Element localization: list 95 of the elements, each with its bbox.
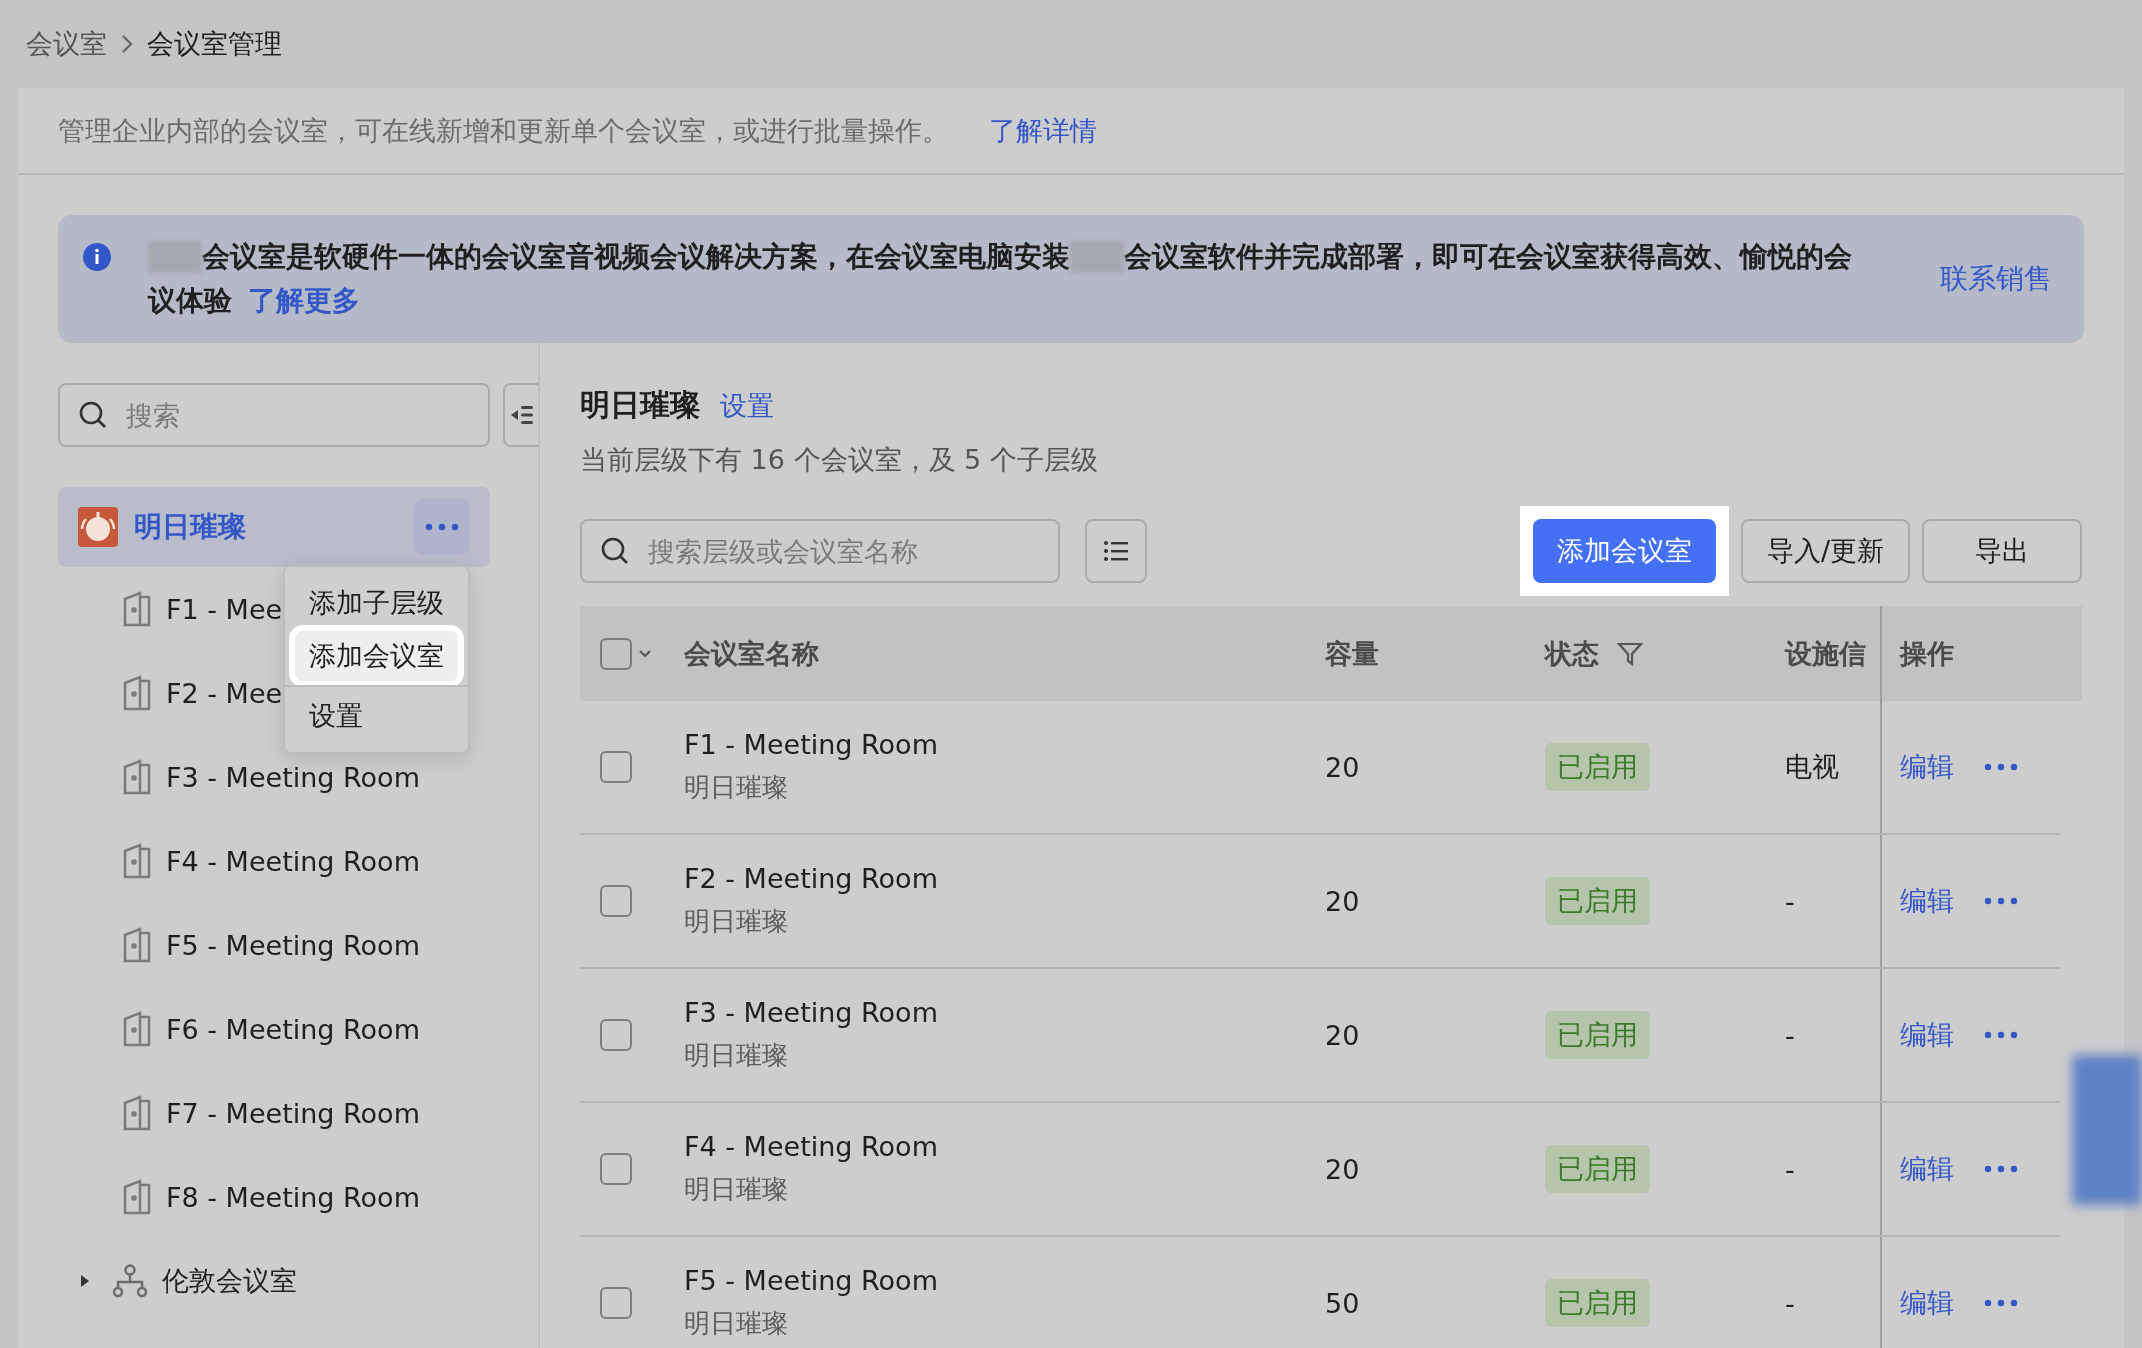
column-header: 设施信 [1785,636,1866,671]
room-name: F4 - Meeting Room [684,1131,938,1162]
status-tag: 已启用 [1545,1279,1650,1327]
room-location: 明日璀璨 [684,1039,788,1072]
more-icon [1984,897,2018,905]
more-icon [425,523,459,531]
status-tag: 已启用 [1545,743,1650,791]
more-icon [1984,1299,2018,1307]
edit-link[interactable]: 编辑 [1900,749,1954,785]
capacity-cell: 50 [1325,1287,1360,1319]
search-icon [600,536,630,566]
tree-item[interactable]: 伦敦会议室 [78,1239,297,1323]
settings-link[interactable]: 设置 [720,388,774,424]
more-icon [1984,763,2018,771]
more-icon [1984,1165,2018,1173]
door-icon [122,591,152,627]
banner-text: 会议室是软硬件一体的会议室音视频会议解决方案，在会议室电脑安装 [202,239,1070,275]
banner-text: 会议室软件并完成部署，即可在会议室获得高效、愉悦的会 [1124,239,1852,275]
edit-link[interactable]: 编辑 [1900,883,1954,919]
page-description: 管理企业内部的会议室，可在线新增和更新单个会议室，或进行批量操作。 [58,113,949,148]
level-summary: 当前层级下有 16 个会议室，及 5 个子层级 [580,443,1098,477]
edit-link[interactable]: 编辑 [1900,1017,1954,1053]
door-icon [122,759,152,795]
capacity-cell: 20 [1325,751,1360,783]
tree-item[interactable]: F4 - Meeting Room [122,819,420,903]
toolbar-button[interactable]: 导入/更新 [1740,519,1910,583]
list-icon [1103,540,1129,562]
row-checkbox[interactable] [600,1287,632,1319]
room-location: 明日璀璨 [684,1307,788,1340]
filter-icon[interactable] [1617,640,1643,667]
toolbar-button[interactable]: 添加会议室 [1532,519,1716,583]
row-checkbox[interactable] [600,1153,632,1185]
room-name: F3 - Meeting Room [684,997,938,1028]
door-icon [122,1011,152,1047]
more-icon [1984,1031,2018,1039]
tree-item[interactable]: F8 - Meeting Room [122,1155,420,1239]
door-icon [122,1095,152,1131]
column-header: 操作 [1900,636,1954,671]
menu-item[interactable]: 添加子层级 [285,578,468,628]
facility-cell: - [1785,1287,1795,1319]
room-name: F2 - Meeting Room [684,863,938,894]
capacity-cell: 20 [1325,1153,1360,1185]
facility-cell-text: 电视 [1785,750,1839,784]
row-checkbox[interactable] [600,751,632,783]
capacity-cell: 20 [1325,1019,1360,1051]
status-tag: 已启用 [1545,1145,1650,1193]
search-icon [78,400,108,430]
tree-item[interactable]: F6 - Meeting Room [122,987,420,1071]
tree-item[interactable]: F5 - Meeting Room [122,903,420,987]
column-header: 容量 [1325,636,1379,671]
tree-item[interactable]: F7 - Meeting Room [122,1071,420,1155]
level-title: 明日璀璨 [580,386,700,424]
info-icon [82,242,112,272]
door-icon [122,927,152,963]
room-location: 明日璀璨 [684,905,788,938]
facility-cell: - [1785,1153,1795,1185]
select-all-checkbox[interactable] [600,637,632,670]
capacity-cell: 20 [1325,885,1360,917]
list-view-button[interactable] [1085,519,1147,583]
breadcrumb-item[interactable]: 会议室 [26,26,107,62]
sidebar-search-field[interactable]: 搜索 [58,383,490,447]
door-icon [122,843,152,879]
tree-item[interactable]: F2 - Mee [122,651,283,735]
room-location: 明日璀璨 [684,1173,788,1206]
collapse-sidebar-button[interactable] [503,383,538,447]
column-header: 状态 [1545,635,1643,672]
edit-link[interactable]: 编辑 [1900,1151,1954,1187]
floating-tab[interactable] [2072,1055,2142,1205]
room-search-field[interactable]: 搜索层级或会议室名称 [580,519,1060,583]
room-name: F1 - Meeting Room [684,729,938,760]
column-header: 会议室名称 [684,636,819,671]
facility-cell: - [1785,885,1795,917]
room-name: F5 - Meeting Room [684,1265,938,1296]
toolbar-button[interactable]: 导出 [1922,519,2082,583]
logo-icon [78,507,118,547]
door-icon [122,1179,152,1215]
row-checkbox[interactable] [600,1019,632,1051]
room-location: 明日璀璨 [684,771,788,804]
banner-text: 议体验 [148,283,232,319]
room-search-input[interactable]: 搜索层级或会议室名称 [646,534,1040,568]
edit-link[interactable]: 编辑 [1900,1285,1954,1321]
collapse-icon [509,403,534,427]
breadcrumb-item: 会议室管理 [147,27,282,61]
learn-details-link[interactable]: 了解详情 [989,112,1097,149]
door-icon [122,675,152,711]
hierarchy-icon [112,1263,148,1299]
more-button[interactable] [414,499,470,555]
chevron-right-icon [121,34,133,54]
status-tag: 已启用 [1545,1011,1650,1059]
status-tag: 已启用 [1545,877,1650,925]
facility-cell: - [1785,1019,1795,1051]
chevron-down-icon [638,648,652,659]
row-checkbox[interactable] [600,885,632,917]
tree-item[interactable]: F1 - Mee [122,567,283,651]
sidebar-search-input[interactable]: 搜索 [124,398,470,432]
